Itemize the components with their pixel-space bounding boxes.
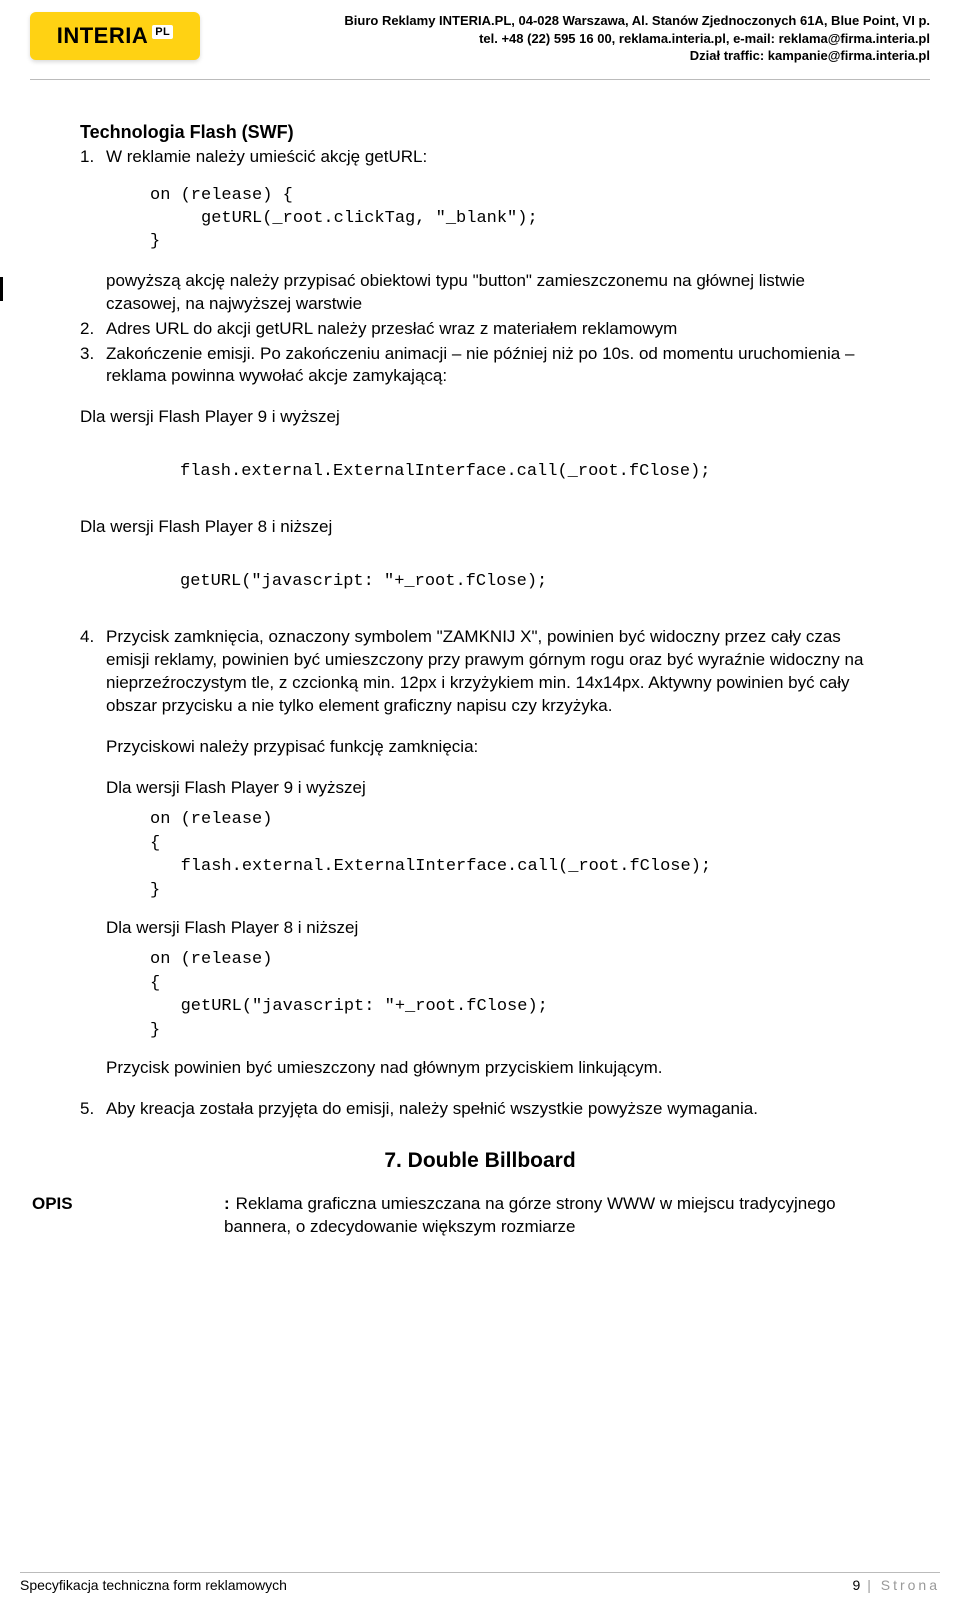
code-block-geturl: on (release) { getURL(_root.clickTag, "_… [150,185,880,254]
list-item-5: 5. Aby kreacja została przyjęta do emisj… [80,1098,880,1121]
header-line-3: Dział traffic: kampanie@firma.interia.pl [216,47,930,65]
code-block-fp8b: on (release) { getURL("javascript: "+_ro… [150,948,880,1043]
item-text: Zakończenie emisji. Po zakończeniu anima… [106,343,880,389]
footer-right: 9 | Strona [853,1577,940,1593]
header-contact-block: Biuro Reklamy INTERIA.PL, 04-028 Warszaw… [216,12,930,65]
page-footer: Specyfikacja techniczna form reklamowych… [20,1572,940,1593]
item4-end: Przycisk powinien być umieszczony nad gł… [106,1057,880,1080]
item-text: Aby kreacja została przyjęta do emisji, … [106,1098,880,1121]
document-header: INTERIAPL Biuro Reklamy INTERIA.PL, 04-0… [30,12,930,65]
page-sep: | [860,1577,880,1593]
item-number: 2. [80,318,106,341]
header-divider [30,79,930,80]
section-7-heading: 7. Double Billboard [80,1147,880,1175]
opis-body: Reklama graficzna umieszczana na górze s… [224,1194,836,1236]
header-line-2: tel. +48 (22) 595 16 00, reklama.interia… [216,30,930,48]
item-number: 5. [80,1098,106,1121]
list-item-1: 1. W reklamie należy umieścić akcję getU… [80,146,880,169]
footer-left: Specyfikacja techniczna form reklamowych [20,1577,287,1593]
opis-text: :Reklama graficzna umieszczana na górze … [224,1193,880,1239]
item-number: 1. [80,146,106,169]
fp8-label-b: Dla wersji Flash Player 8 i niższej [106,917,880,940]
header-line-1: Biuro Reklamy INTERIA.PL, 04-028 Warszaw… [216,12,930,30]
list-item-3: 3. Zakończenie emisji. Po zakończeniu an… [80,343,880,389]
item-text: Przycisk zamknięcia, oznaczony symbolem … [106,626,880,718]
logo-suffix: PL [152,25,173,39]
list-item-2: 2. Adres URL do akcji getURL należy prze… [80,318,880,341]
page: INTERIAPL Biuro Reklamy INTERIA.PL, 04-0… [0,0,960,1599]
item-text: W reklamie należy umieścić akcję getURL: [106,146,880,169]
section-title-flash: Technologia Flash (SWF) [80,120,880,144]
fp9-label-b: Dla wersji Flash Player 9 i wyższej [106,777,880,800]
item-number: 4. [80,626,106,718]
opis-colon: : [224,1194,230,1213]
code-block-fp8: getURL("javascript: "+_root.fClose); [180,571,880,594]
fp9-label: Dla wersji Flash Player 9 i wyższej [80,406,880,429]
interia-logo: INTERIAPL [30,12,200,60]
opis-row: OPIS :Reklama graficzna umieszczana na g… [32,1193,880,1239]
paragraph-after-1: powyższą akcję należy przypisać obiektow… [106,270,880,316]
opis-label: OPIS [32,1193,224,1239]
code-block-fp9: flash.external.ExternalInterface.call(_r… [180,461,880,484]
code-block-fp9b: on (release) { flash.external.ExternalIn… [150,808,880,903]
item-text: Adres URL do akcji getURL należy przesła… [106,318,880,341]
document-body: Technologia Flash (SWF) 1. W reklamie na… [30,120,930,1240]
text-cursor-mark [0,277,3,301]
list-item-4: 4. Przycisk zamknięcia, oznaczony symbol… [80,626,880,718]
item4-subtext: Przyciskowi należy przypisać funkcję zam… [106,736,880,759]
page-word: Strona [881,1577,940,1593]
item-number: 3. [80,343,106,389]
logo-text: INTERIA [57,23,149,49]
fp8-label: Dla wersji Flash Player 8 i niższej [80,516,880,539]
